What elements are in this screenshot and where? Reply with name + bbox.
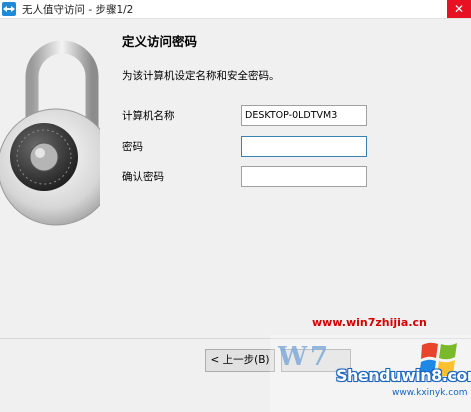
- computer-name-label: 计算机名称: [122, 110, 175, 122]
- back-button[interactable]: < 上一步(B): [205, 349, 275, 372]
- computer-name-field[interactable]: DESKTOP-0LDTVM3: [241, 105, 367, 126]
- watermark-url-bottom: www.kxinyk.com: [392, 388, 468, 398]
- title-bar: 无人值守访问 - 步骤1/2 ✕: [0, 0, 471, 19]
- password-field[interactable]: [241, 136, 367, 157]
- confirm-password-label: 确认密码: [122, 171, 164, 183]
- padlock-icon: [0, 40, 100, 226]
- page-description: 为该计算机设定名称和安全密码。: [122, 70, 280, 82]
- page-title: 定义访问密码: [122, 34, 198, 49]
- password-label: 密码: [122, 141, 143, 153]
- close-button[interactable]: ✕: [447, 0, 471, 18]
- watermark-url-top: www.win7zhijia.cn: [312, 316, 427, 329]
- teamviewer-icon: [2, 2, 16, 16]
- watermark-brand: Shenduwin8.com: [336, 366, 471, 385]
- confirm-password-field[interactable]: [241, 166, 367, 187]
- window-title: 无人值守访问 - 步骤1/2: [22, 4, 134, 16]
- svg-text:7: 7: [310, 342, 328, 372]
- svg-text:W: W: [277, 342, 308, 372]
